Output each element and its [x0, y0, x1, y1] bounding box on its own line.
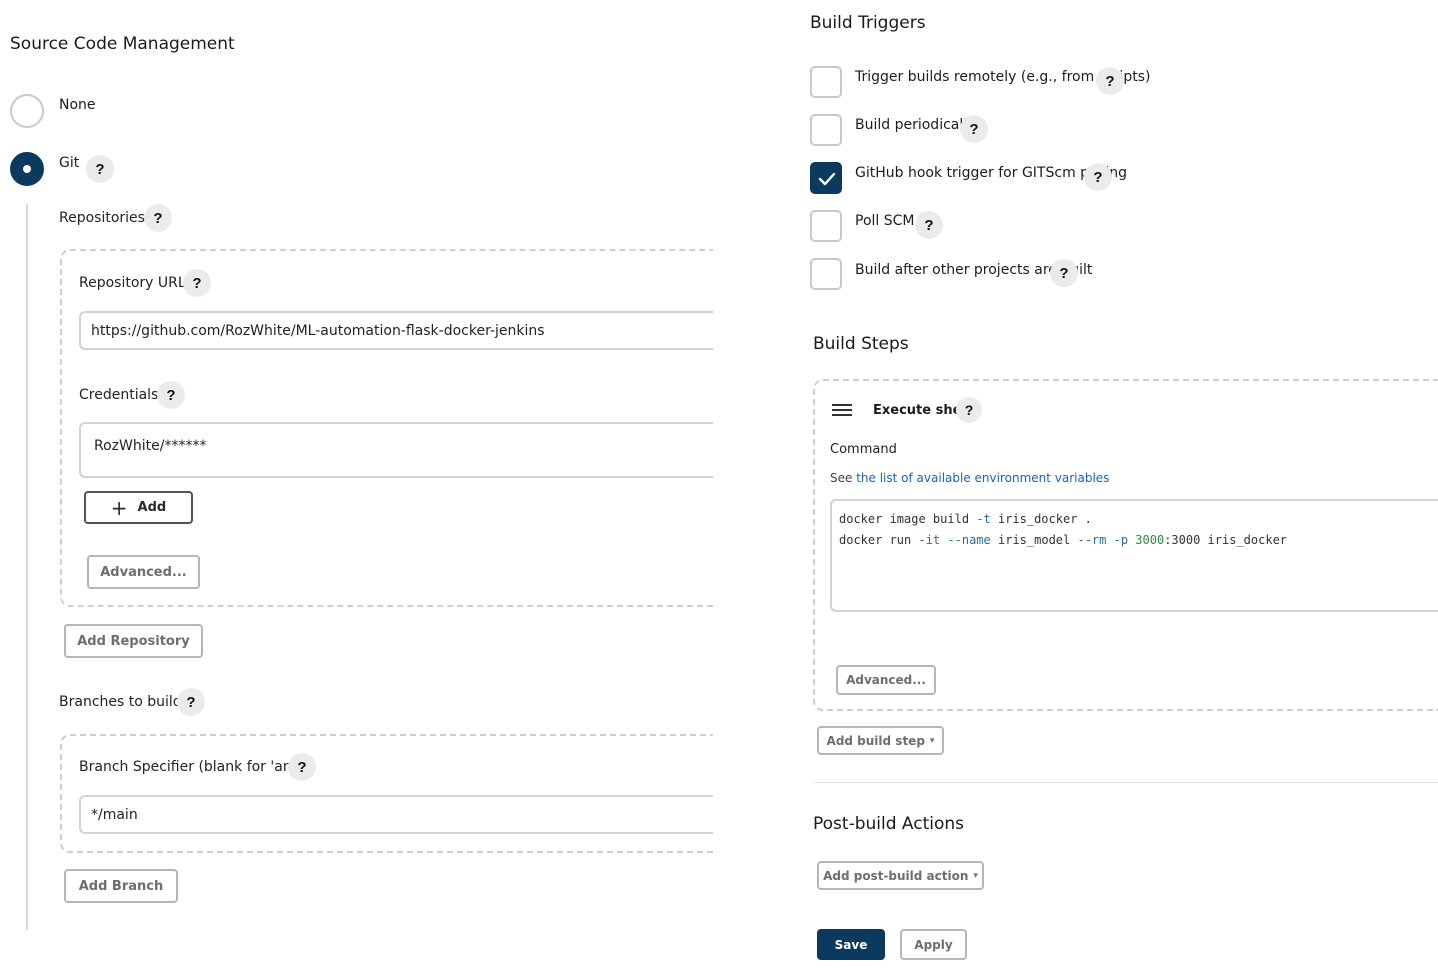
- credentials-help-icon[interactable]: ?: [157, 381, 185, 409]
- trigger-remote-help-icon[interactable]: ?: [1096, 67, 1124, 95]
- credentials-select[interactable]: RozWhite/******: [79, 422, 713, 478]
- scm-title: Source Code Management: [10, 34, 235, 54]
- section-divider: [813, 782, 1438, 783]
- add-credentials-label: Add: [137, 500, 167, 515]
- poll-scm-help-icon[interactable]: ?: [915, 211, 943, 239]
- branch-specifier-label: Branch Specifier (blank for 'any'): [79, 759, 310, 775]
- build-after-checkbox[interactable]: [810, 258, 842, 290]
- add-build-step-button[interactable]: Add build step ▾: [817, 726, 944, 755]
- git-section-indent-line: [26, 204, 28, 930]
- build-periodically-checkbox[interactable]: [810, 114, 842, 146]
- github-hook-help-icon[interactable]: ?: [1084, 163, 1112, 191]
- github-hook-checkbox[interactable]: [810, 162, 842, 194]
- repositories-help-icon[interactable]: ?: [144, 204, 172, 232]
- poll-scm-label: Poll SCM: [855, 213, 915, 229]
- repo-url-label: Repository URL: [79, 275, 186, 291]
- branch-specifier-input[interactable]: */main: [79, 795, 713, 834]
- scm-none-radio[interactable]: [10, 94, 44, 128]
- scm-git-radio[interactable]: [10, 152, 44, 186]
- poll-scm-checkbox[interactable]: [810, 210, 842, 242]
- repositories-label: Repositories: [59, 210, 145, 226]
- build-periodically-label: Build periodically: [855, 117, 976, 133]
- add-build-step-label: Add build step: [826, 733, 925, 748]
- repo-url-input[interactable]: https://github.com/RozWhite/ML-automatio…: [79, 311, 713, 350]
- add-repository-button[interactable]: Add Repository: [64, 624, 203, 658]
- post-build-title: Post-build Actions: [813, 814, 965, 834]
- env-vars-prefix: See: [830, 471, 853, 485]
- env-vars-hint: See the list of available environment va…: [830, 471, 1109, 485]
- git-help-icon[interactable]: ?: [86, 155, 114, 183]
- add-branch-button[interactable]: Add Branch: [64, 869, 178, 903]
- build-after-help-icon[interactable]: ?: [1050, 259, 1078, 287]
- build-triggers-title: Build Triggers: [810, 13, 926, 33]
- plus-icon: +: [110, 495, 128, 520]
- caret-down-icon: ▾: [929, 735, 935, 746]
- add-credentials-button[interactable]: + Add: [84, 491, 193, 524]
- apply-button[interactable]: Apply: [900, 929, 967, 960]
- command-line-1: docker image build -t iris_docker .: [839, 512, 1092, 526]
- save-button[interactable]: Save: [817, 929, 885, 960]
- shell-advanced-button[interactable]: Advanced...: [836, 665, 936, 695]
- checkmark-icon: [818, 172, 836, 186]
- branch-box: [60, 734, 713, 853]
- trigger-remote-checkbox[interactable]: [810, 66, 842, 98]
- add-post-build-action-label: Add post-build action: [823, 868, 969, 883]
- execute-shell-help-icon[interactable]: ?: [956, 397, 982, 423]
- repo-url-help-icon[interactable]: ?: [183, 269, 211, 297]
- branches-help-icon[interactable]: ?: [177, 688, 205, 716]
- build-periodically-help-icon[interactable]: ?: [960, 115, 988, 143]
- command-textarea[interactable]: docker image build -t iris_docker . dock…: [830, 499, 1438, 612]
- build-steps-title: Build Steps: [813, 334, 909, 354]
- branches-label: Branches to build: [59, 694, 182, 710]
- scm-git-label: Git: [59, 155, 80, 171]
- repo-advanced-button[interactable]: Advanced...: [87, 555, 200, 589]
- branch-specifier-help-icon[interactable]: ?: [288, 753, 316, 781]
- drag-handle-icon[interactable]: [832, 404, 852, 418]
- add-post-build-action-button[interactable]: Add post-build action ▾: [817, 861, 984, 890]
- env-vars-link[interactable]: the list of available environment variab…: [856, 471, 1109, 485]
- credentials-label: Credentials: [79, 387, 159, 403]
- caret-down-icon: ▾: [973, 870, 978, 881]
- scm-none-label: None: [59, 97, 96, 113]
- command-line-2: docker run -it --name iris_model --rm -p…: [839, 533, 1288, 547]
- command-label: Command: [830, 442, 897, 457]
